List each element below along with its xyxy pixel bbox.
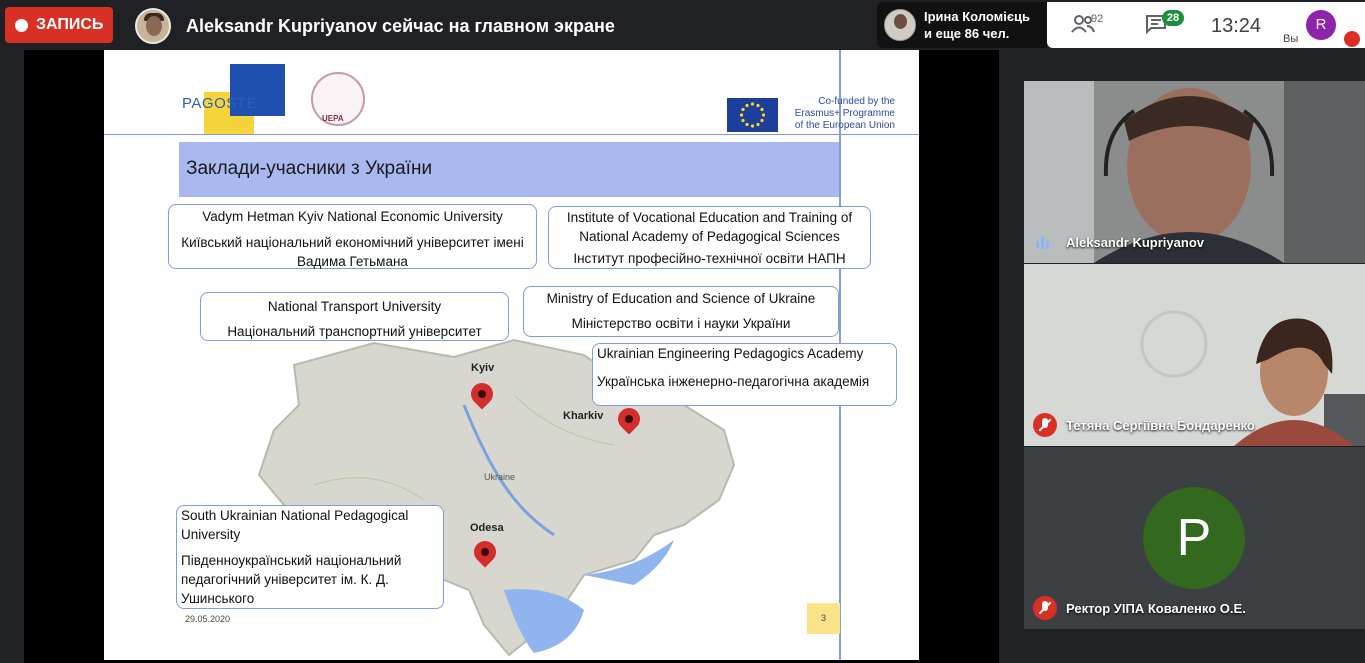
box-pdpu: South Ukrainian National Pedagogical Uni… [176, 505, 444, 609]
mic-off-icon [1033, 413, 1057, 437]
record-label: ЗАПИСЬ [36, 16, 104, 33]
participant-tile-2[interactable]: Тетяна Сергіївна Бондаренко [1024, 264, 1365, 446]
participant-avatar-3: P [1143, 487, 1245, 589]
people-count: 92 [1091, 13, 1104, 25]
viewer-avatar [884, 9, 916, 41]
box-ntu: National Transport University Національн… [200, 292, 509, 341]
viewer-count: и еще 86 чел. [924, 26, 1010, 41]
box-ivet: Institute of Vocational Education and Tr… [548, 206, 871, 269]
mic-off-icon [1344, 31, 1360, 47]
eu-flag-icon [727, 98, 778, 132]
box-kneu: Vadym Hetman Kyiv National Economic Univ… [168, 204, 537, 269]
record-button[interactable]: ЗАПИСЬ [5, 7, 113, 43]
box-ministry: Ministry of Education and Science of Ukr… [523, 286, 839, 337]
participant-name-3: Ректор УІПА Коваленко О.Е. [1066, 601, 1246, 616]
chat-badge: 28 [1162, 10, 1184, 26]
participant-tile-1[interactable]: Aleksandr Kupriyanov [1024, 81, 1365, 263]
participant-name-2: Тетяна Сергіївна Бондаренко [1066, 418, 1255, 433]
presentation-stage: PAGOSTE UEPA Co-funded by the Erasmus+ P… [0, 50, 1000, 663]
mic-off-icon [1033, 596, 1057, 620]
eu-cofunded-text: Co-funded by the Erasmus+ Programme of t… [794, 96, 895, 131]
pagoste-logo: PAGOSTE [182, 64, 285, 134]
self-label: Вы [1283, 33, 1299, 45]
map-country-label: Ukraine [484, 472, 515, 482]
participant-name-1: Aleksandr Kupriyanov [1066, 235, 1204, 250]
city-kyiv: Kyiv [471, 362, 495, 374]
slide-date: 29.05.2020 [185, 614, 231, 624]
presentation-slide: PAGOSTE UEPA Co-funded by the Erasmus+ P… [104, 50, 919, 660]
viewer-name: Ірина Коломієць [924, 9, 1031, 24]
meeting-controls: 92 28 13:24 R Вы [1047, 2, 1365, 48]
viewers-box[interactable]: Ірина Коломієць и еще 86 чел. [877, 2, 1047, 48]
city-odesa: Odesa [470, 522, 504, 534]
record-dot-icon [15, 18, 28, 32]
city-kharkiv: Kharkiv [563, 410, 604, 422]
header-divider [104, 134, 919, 135]
participant-tile-3[interactable]: P Ректор УІПА Коваленко О.Е. [1024, 447, 1365, 629]
box-uepa: Ukrainian Engineering Pedagogics Academy… [592, 343, 897, 406]
slide-title: Заклади-учасники з України [186, 158, 433, 179]
slide-page-number: 3 [807, 603, 840, 634]
presenter-avatar [135, 8, 171, 44]
presenting-status: Aleksandr Kupriyanov сейчас на главном э… [186, 16, 615, 36]
meeting-topbar: ЗАПИСЬ Aleksandr Kupriyanov сейчас на гл… [0, 0, 1365, 50]
self-avatar[interactable]: R [1306, 10, 1336, 40]
uepa-label: UEPA [322, 114, 344, 123]
speaking-indicator-icon [1036, 236, 1049, 249]
clock: 13:24 [1211, 15, 1262, 37]
